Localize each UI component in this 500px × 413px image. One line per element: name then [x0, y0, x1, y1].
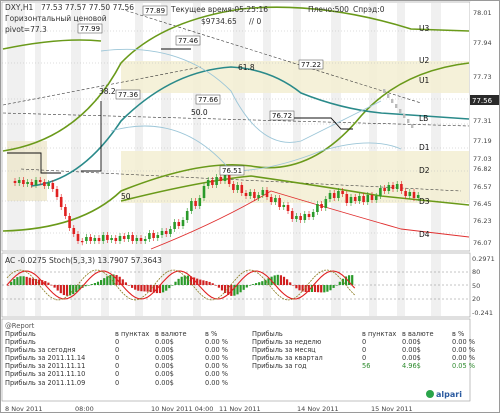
time-axis-label: 15 Nov 2011 — [371, 405, 413, 413]
svg-text:alpari: alpari — [436, 390, 462, 399]
support-band — [121, 151, 469, 203]
spread-label: Спрэд:0 — [353, 5, 385, 14]
level-u1: U1 — [419, 76, 429, 85]
price-tag: 77.36 — [118, 91, 139, 99]
svg-text:0.2971: 0.2971 — [472, 255, 495, 263]
svg-text:-0.241: -0.241 — [472, 309, 493, 317]
time-axis-label: 11 Nov 2011 — [219, 405, 261, 413]
current-price: 77.56 — [472, 97, 493, 105]
counter-label: // 0 — [249, 17, 261, 26]
report-title: @Report — [5, 322, 35, 330]
price-tag: 77.22 — [301, 61, 321, 69]
price-tag: 77.99 — [80, 25, 100, 33]
price-tag: 76.72 — [272, 112, 292, 120]
price-tag: 77.89 — [145, 7, 165, 15]
balance-label: $9734.65 — [201, 17, 237, 26]
price-axis-label: 78.01 — [473, 9, 492, 17]
level-d4: D4 — [419, 230, 430, 239]
level-d3: D3 — [419, 197, 430, 206]
server-time: Текущее время:05:25:16 — [170, 5, 268, 14]
fib-382-label: 38.2 — [99, 87, 116, 96]
indicator-title: Горизонтальный ценовой — [5, 14, 107, 23]
price-axis-label: 77.19 — [473, 137, 492, 145]
fib-50-label: 50 — [121, 192, 131, 201]
level-u2: U2 — [419, 56, 429, 65]
fib-618-label: 61.8 — [238, 63, 255, 72]
time-axis-label: 10 Nov 2011 04:00 — [151, 405, 213, 413]
price-tag: 76.51 — [222, 167, 242, 175]
level-d1: D1 — [419, 143, 430, 152]
price-axis-label: 76.23 — [473, 217, 492, 225]
symbol-label: DXY,H1 — [5, 3, 34, 12]
fib-500-label: 50.0 — [191, 108, 208, 117]
price-axis-label: 76.07 — [473, 239, 492, 247]
time-axis-label: 08:00 — [75, 405, 94, 413]
time-axis-label: 8 Nov 2011 — [5, 405, 43, 413]
price-axis-label: 77.03 — [473, 155, 492, 163]
svg-text:80: 80 — [472, 268, 480, 276]
trading-terminal: 77.99 77.89 77.46 77.36 77.66 77.22 76.72 76.51… — [0, 0, 500, 413]
level-lb: LB — [419, 114, 428, 123]
leverage-label: Плечо:500 — [308, 5, 349, 14]
svg-text:20: 20 — [472, 295, 480, 303]
price-axis-label: 76.57 — [473, 183, 492, 191]
price-tag: 77.46 — [178, 37, 199, 45]
time-axis-label: 14 Nov 2011 — [297, 405, 339, 413]
svg-text:50: 50 — [472, 282, 480, 290]
price-axis-label: 77.31 — [473, 117, 492, 125]
level-d2: D2 — [419, 166, 430, 175]
level-u3: U3 — [419, 24, 429, 33]
price-axis-label: 77.94 — [473, 39, 492, 47]
price-axis-label: 76.82 — [473, 165, 492, 173]
oscillator-header: AC -0.0275 Stoch(5,3,3) 13.7907 57.3643 — [5, 256, 162, 265]
alpari-logo: alpari — [426, 390, 462, 399]
ohlc-label: 77.53 77.57 77.50 77.56 — [41, 3, 134, 12]
price-axis-label: 76.45 — [473, 200, 492, 208]
price-axis-label: 77.73 — [473, 73, 492, 81]
price-tag: 77.66 — [198, 96, 219, 104]
pivot-label: pivot=77.3 — [5, 25, 47, 34]
